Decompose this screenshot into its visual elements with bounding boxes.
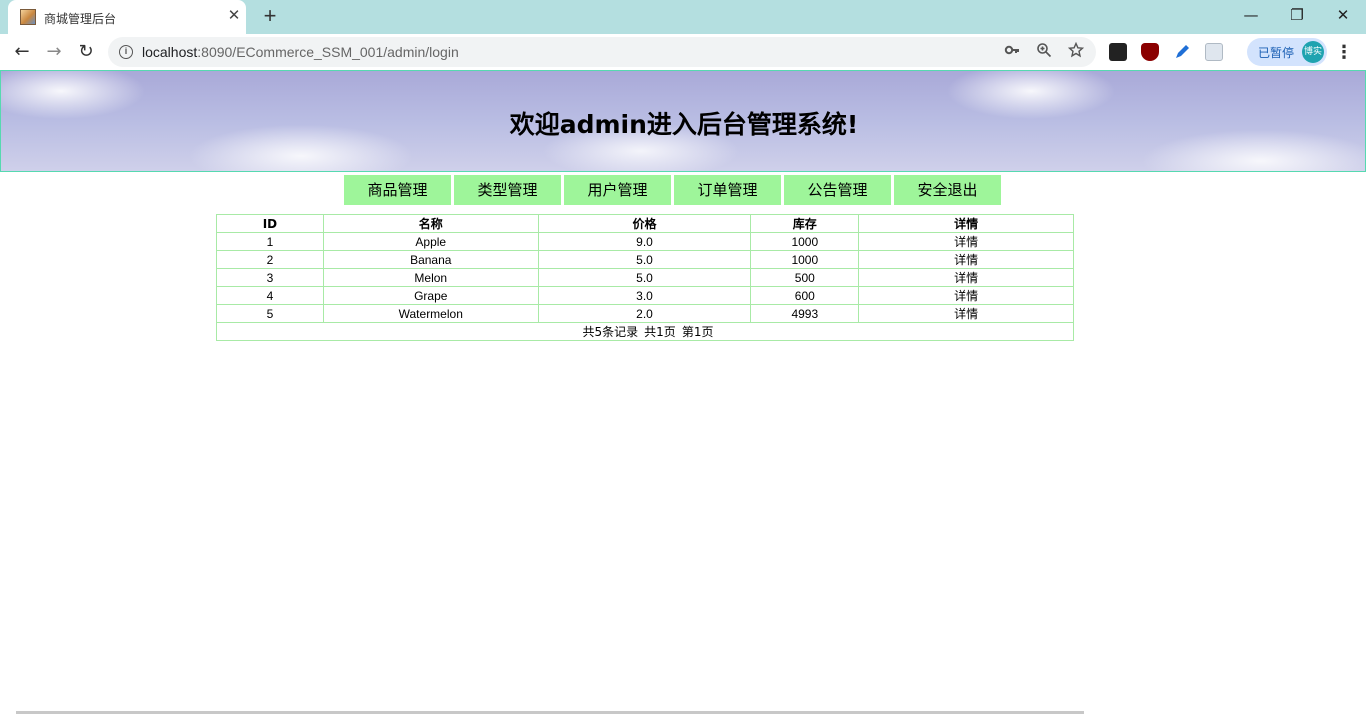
- cell-name: Watermelon: [322, 304, 539, 323]
- cell-price: 5.0: [537, 250, 752, 269]
- cell-stock: 1000: [750, 250, 860, 269]
- table-row: 5 Watermelon 2.0 4993 详情: [216, 304, 1074, 323]
- detail-link[interactable]: 详情: [858, 250, 1074, 269]
- menu-item-products[interactable]: 商品管理: [344, 175, 451, 205]
- pager-total-records: 共5条记录: [582, 324, 639, 339]
- browser-tab[interactable]: 商城管理后台 ✕: [8, 0, 246, 34]
- cell-name: Melon: [322, 268, 539, 287]
- info-icon[interactable]: i: [119, 45, 133, 59]
- profile-button[interactable]: 已暂停 博实: [1247, 38, 1327, 66]
- menu-icon[interactable]: ⋮: [1334, 40, 1354, 64]
- cell-stock: 600: [750, 286, 860, 305]
- cell-id: 1: [216, 232, 324, 251]
- cell-name: Grape: [322, 286, 539, 305]
- table-row: 4 Grape 3.0 600 详情: [216, 286, 1074, 305]
- address-bar[interactable]: i localhost:8090/ECommerce_SSM_001/admin…: [108, 37, 1096, 67]
- cell-price: 9.0: [537, 232, 752, 251]
- key-icon[interactable]: [1002, 42, 1022, 62]
- ublock-icon[interactable]: [1141, 43, 1159, 61]
- browser-tabstrip: 商城管理后台 ✕ + — ❐ ✕: [0, 0, 1366, 34]
- table-row: 3 Melon 5.0 500 详情: [216, 268, 1074, 287]
- column-header-name: 名称: [322, 214, 539, 233]
- menu-item-categories[interactable]: 类型管理: [454, 175, 561, 205]
- detail-link[interactable]: 详情: [858, 304, 1074, 323]
- new-tab-button[interactable]: +: [258, 5, 282, 29]
- star-icon[interactable]: [1066, 41, 1086, 62]
- minimize-button[interactable]: —: [1228, 0, 1274, 30]
- back-button[interactable]: ←: [10, 40, 34, 64]
- url-text[interactable]: localhost:8090/ECommerce_SSM_001/admin/l…: [142, 44, 459, 60]
- cell-price: 5.0: [537, 268, 752, 287]
- page-title: 欢迎admin进入后台管理系统!: [509, 110, 859, 139]
- table-row: 1 Apple 9.0 1000 详情: [216, 232, 1074, 251]
- column-header-detail: 详情: [858, 214, 1074, 233]
- detail-link[interactable]: 详情: [858, 268, 1074, 287]
- column-header-stock: 库存: [750, 214, 860, 233]
- reader-icon[interactable]: [1205, 43, 1223, 61]
- url-host: localhost: [142, 44, 198, 60]
- reload-button[interactable]: ↻: [74, 40, 98, 64]
- table-row: 2 Banana 5.0 1000 详情: [216, 250, 1074, 269]
- cell-name: Apple: [322, 232, 539, 251]
- pen-icon[interactable]: [1173, 43, 1191, 61]
- restore-button[interactable]: ❐: [1274, 0, 1320, 30]
- menu-item-logout[interactable]: 安全退出: [894, 175, 1001, 205]
- favicon-icon: [20, 9, 36, 25]
- cell-id: 5: [216, 304, 324, 323]
- pager-row: 共5条记录 共1页 第1页: [216, 322, 1074, 341]
- tab-title: 商城管理后台: [44, 12, 117, 26]
- close-window-button[interactable]: ✕: [1320, 0, 1366, 30]
- avatar: 博实: [1302, 41, 1324, 63]
- menu-item-users[interactable]: 用户管理: [564, 175, 671, 205]
- url-path: :8090/ECommerce_SSM_001/admin/login: [197, 44, 459, 60]
- cell-stock: 500: [750, 268, 860, 287]
- forward-button[interactable]: →: [42, 40, 66, 64]
- detail-link[interactable]: 详情: [858, 232, 1074, 251]
- cell-price: 2.0: [537, 304, 752, 323]
- browser-toolbar: ← → ↻ i localhost:8090/ECommerce_SSM_001…: [0, 34, 1366, 70]
- cell-stock: 4993: [750, 304, 860, 323]
- pager-total-pages: 共1页: [644, 324, 676, 339]
- cell-stock: 1000: [750, 232, 860, 251]
- menu-item-orders[interactable]: 订单管理: [674, 175, 781, 205]
- cell-id: 4: [216, 286, 324, 305]
- products-table: ID 名称 价格 库存 详情 1 Apple 9.0 1000 详情 2 Ban…: [216, 214, 1074, 341]
- detail-link[interactable]: 详情: [858, 286, 1074, 305]
- menu-item-notices[interactable]: 公告管理: [784, 175, 891, 205]
- header-banner: 欢迎admin进入后台管理系统!: [0, 70, 1366, 172]
- tab-extension-icon[interactable]: [1109, 43, 1127, 61]
- pager-current-page: 第1页: [681, 324, 714, 339]
- pager: 共5条记录 共1页 第1页: [216, 322, 1074, 341]
- zoom-icon[interactable]: [1034, 42, 1054, 62]
- profile-label: 已暂停: [1258, 46, 1295, 60]
- close-tab-icon[interactable]: ✕: [226, 8, 242, 24]
- cell-id: 3: [216, 268, 324, 287]
- cell-price: 3.0: [537, 286, 752, 305]
- cell-id: 2: [216, 250, 324, 269]
- table-header-row: ID 名称 价格 库存 详情: [216, 214, 1074, 233]
- cell-name: Banana: [322, 250, 539, 269]
- column-header-price: 价格: [537, 214, 752, 233]
- column-header-id: ID: [216, 214, 324, 233]
